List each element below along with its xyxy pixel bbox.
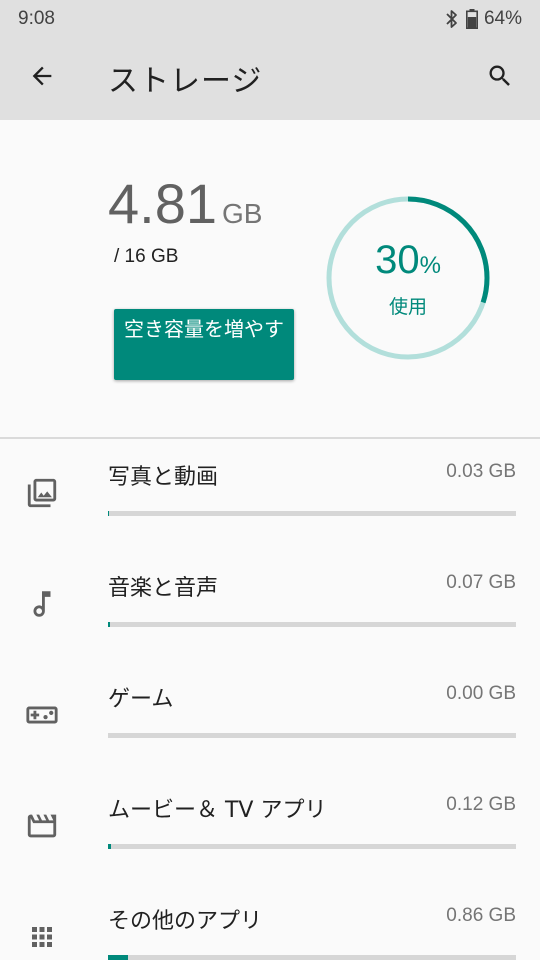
photo-library-icon [24,475,60,511]
free-up-space-button[interactable]: 空き容量を増やす [114,309,294,380]
category-other-apps[interactable]: その他のアプリ 0.86 GB [0,883,540,960]
status-indicators: 64% [444,8,522,30]
search-icon [486,62,514,94]
bluetooth-icon [444,9,460,29]
category-usage-bar [108,844,516,849]
category-label: ゲーム [108,687,174,712]
app-bar: ストレージ [0,38,540,120]
battery-percentage: 64% [483,8,522,29]
category-label: 音楽と音声 [108,576,219,601]
category-label: ムービー＆ TV アプリ [108,798,327,823]
category-music-audio[interactable]: 音楽と音声 0.07 GB [0,550,540,661]
usage-label: 使用 [388,296,427,318]
used-storage-value: 4.81 [108,172,217,235]
movie-icon [24,808,60,844]
category-size: 0.12 GB [446,794,516,815]
category-usage-bar [108,955,516,960]
page-title: ストレージ [108,64,263,99]
category-size: 0.00 GB [446,683,516,704]
category-label: 写真と動画 [108,465,219,490]
apps-icon [24,919,60,955]
total-storage: / 16 GB [114,246,179,267]
category-size: 0.86 GB [446,905,516,926]
category-usage-bar [108,622,516,627]
category-usage-fill [108,844,111,849]
usage-percent-value: 30 [375,238,420,282]
category-label: その他のアプリ [108,909,263,934]
music-note-icon [24,586,60,622]
search-button[interactable] [480,58,520,98]
category-usage-fill [108,955,129,960]
category-usage-fill [108,511,109,516]
category-usage-bar [108,733,516,738]
arrow-back-icon [28,62,56,94]
usage-gauge: 30% 使用 [326,196,490,360]
back-button[interactable] [22,58,62,98]
category-size: 0.07 GB [446,572,516,593]
category-movies-tv[interactable]: ムービー＆ TV アプリ 0.12 GB [0,772,540,883]
category-photos-videos[interactable]: 写真と動画 0.03 GB [0,439,540,550]
category-games[interactable]: ゲーム 0.00 GB [0,661,540,772]
category-size: 0.03 GB [446,461,516,482]
storage-summary: 4.81 GB / 16 GB 空き容量を増やす 30% 使用 [0,120,540,438]
status-bar: 9:08 64% [0,0,540,38]
usage-percent-sign: % [419,252,441,279]
status-time: 9:08 [18,8,55,29]
category-usage-fill [108,622,110,627]
battery-icon [465,9,478,29]
category-usage-bar [108,511,516,516]
storage-category-list: 写真と動画 0.03 GB 音楽と音声 0.07 GB ゲーム 0.00 GB … [0,439,540,960]
used-storage-unit: GB [222,198,263,229]
usage-percentage: 30% [326,240,490,280]
gamepad-icon [24,697,60,733]
